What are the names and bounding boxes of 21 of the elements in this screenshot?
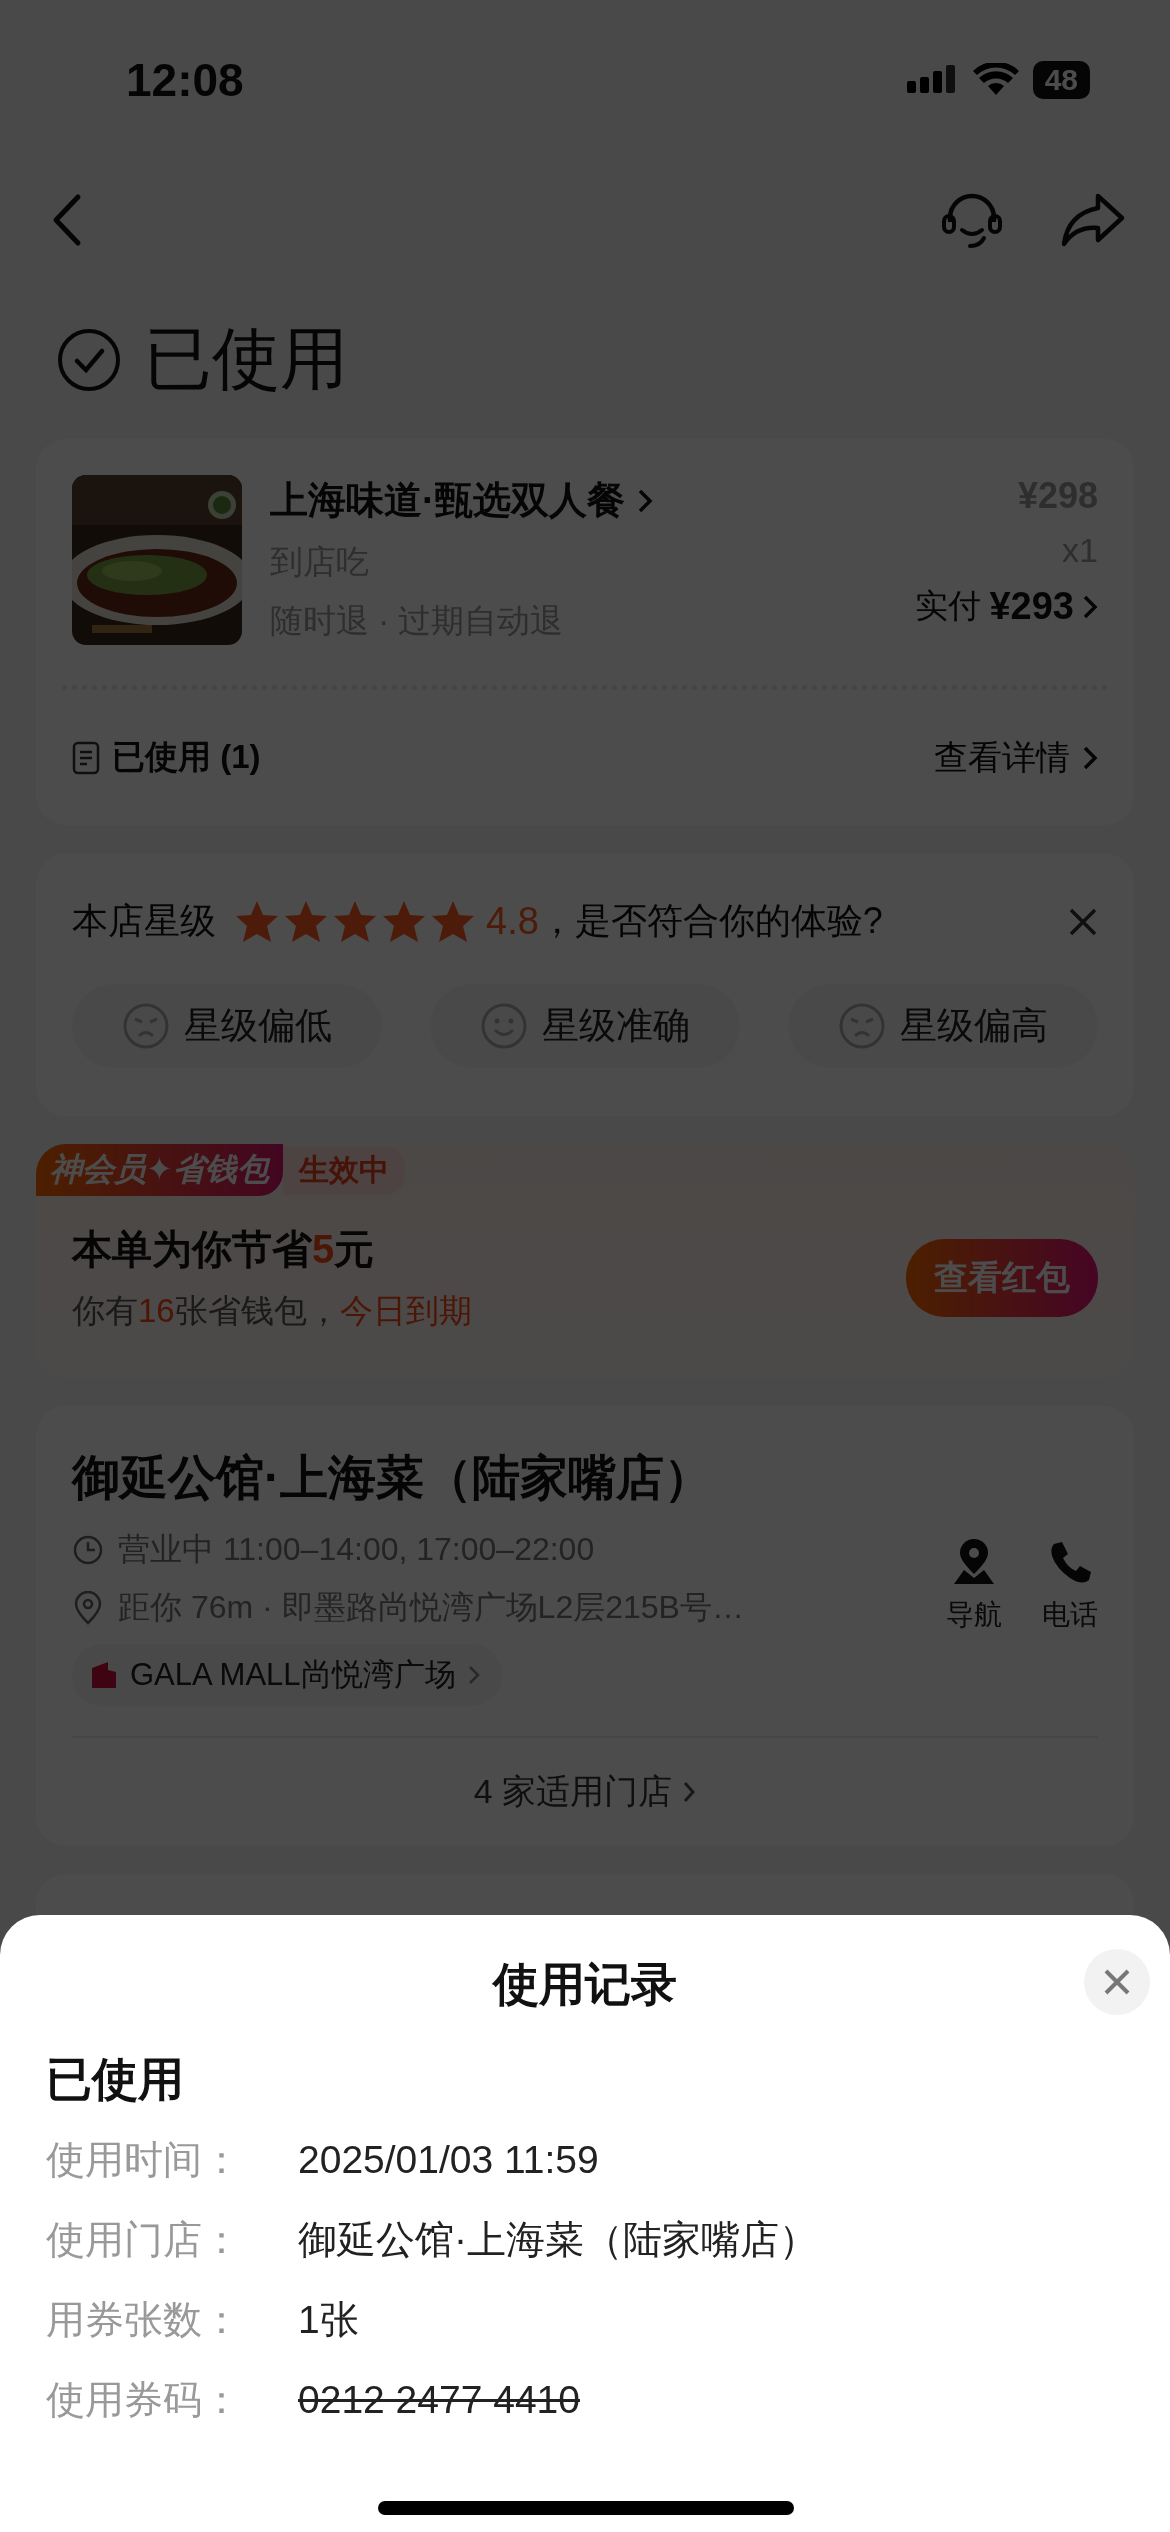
savings-text: 本单为你节省5元 <box>72 1226 376 1273</box>
field-label: 使用门店： <box>46 2217 242 2263</box>
paid-label: 实付 <box>915 586 982 626</box>
rating-label: 本店星级 <box>72 899 216 943</box>
field-value: 2025/01/03 11:59 <box>298 2137 599 2183</box>
field-value: 0212 2477 4410 <box>298 2377 580 2423</box>
usage-count: 已使用 (1) <box>112 737 261 777</box>
field-value: 御延公馆·上海菜（陆家嘴店） <box>298 2217 818 2263</box>
store-name: 御延公馆·上海菜（陆家嘴店） <box>72 1450 713 1506</box>
field-label: 用券张数： <box>46 2297 242 2343</box>
status-time: 12:08 <box>126 53 244 107</box>
close-icon <box>1103 1968 1131 1996</box>
page-title: 已使用 <box>144 319 348 398</box>
paid-amount: ¥293 <box>989 585 1074 628</box>
field-label: 使用时间： <box>46 2137 242 2183</box>
usage-status: 已使用 <box>46 2052 185 2107</box>
rating-question: ，是否符合你的体验? <box>538 899 883 943</box>
field-label: 使用券码： <box>46 2377 242 2423</box>
rating-score: 4.8 <box>486 900 539 943</box>
sheet-title: 使用记录 <box>493 1957 677 2012</box>
field-value: 1张 <box>298 2297 359 2343</box>
